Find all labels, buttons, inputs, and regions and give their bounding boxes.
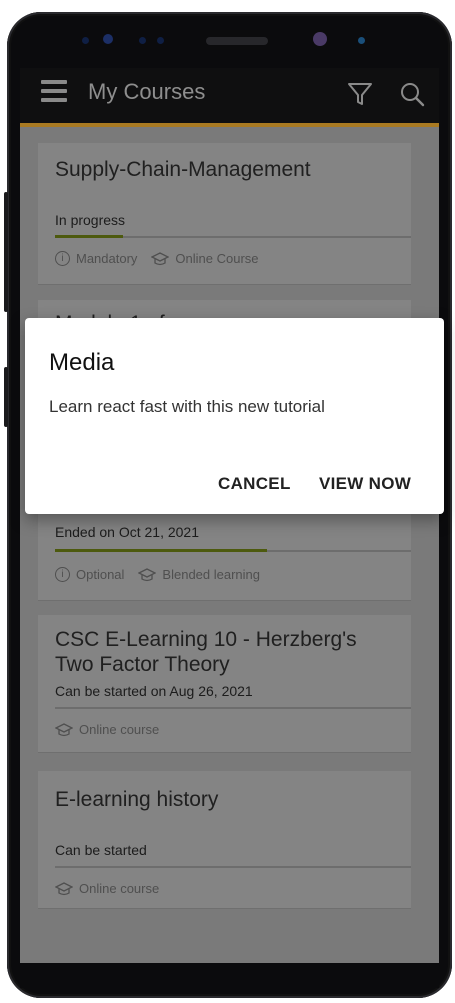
earpiece-speaker bbox=[206, 37, 268, 45]
course-type: Online course bbox=[79, 722, 160, 737]
course-card[interactable]: CSC E-Learning 10 - Herzberg's Two Facto… bbox=[38, 615, 411, 752]
course-title: Supply-Chain-Management bbox=[55, 158, 311, 181]
course-title-line2: Two Factor Theory bbox=[55, 653, 230, 676]
hamburger-menu-icon[interactable] bbox=[41, 80, 67, 104]
graduation-cap-icon bbox=[151, 251, 170, 265]
phone-bottom-bezel bbox=[20, 963, 439, 988]
cancel-button[interactable]: CANCEL bbox=[218, 474, 291, 494]
progress-fill bbox=[55, 235, 123, 238]
progress-bar bbox=[55, 235, 411, 238]
course-card[interactable]: Supply-Chain-Management In progress i Ma… bbox=[38, 143, 411, 284]
dialog-message: Learn react fast with this new tutorial bbox=[49, 397, 325, 416]
course-type: Online Course bbox=[175, 251, 259, 266]
search-icon[interactable] bbox=[398, 80, 426, 108]
front-camera bbox=[313, 32, 327, 46]
course-requirement: Mandatory bbox=[76, 251, 138, 266]
course-status: Can be started on Aug 26, 2021 bbox=[55, 683, 253, 699]
course-title: E-learning history bbox=[55, 788, 219, 811]
dialog-title: Media bbox=[49, 349, 115, 376]
sensor-dot bbox=[358, 37, 365, 44]
course-status: In progress bbox=[55, 212, 126, 228]
graduation-cap-icon bbox=[55, 881, 73, 895]
app-screen: My Courses Supply-Chain-Management In pr… bbox=[20, 68, 439, 963]
progress-bar bbox=[55, 549, 411, 552]
course-meta: Online course bbox=[55, 722, 159, 737]
volume-button bbox=[4, 192, 8, 312]
power-button bbox=[4, 367, 8, 427]
course-title-line1: CSC E-Learning 10 - Herzberg's bbox=[55, 628, 357, 651]
filter-icon[interactable] bbox=[346, 80, 374, 108]
sensor-dot bbox=[103, 34, 113, 44]
info-icon: i bbox=[55, 567, 70, 582]
graduation-cap-icon bbox=[138, 567, 157, 581]
sensor-dot bbox=[139, 37, 146, 44]
course-requirement: Optional bbox=[76, 567, 125, 582]
divider bbox=[55, 866, 411, 868]
progress-fill bbox=[55, 549, 267, 552]
sensor-dot bbox=[82, 37, 89, 44]
course-type: Blended learning bbox=[162, 567, 260, 582]
info-icon: i bbox=[55, 251, 70, 266]
course-meta: Online course bbox=[55, 881, 159, 896]
media-dialog: Media Learn react fast with this new tut… bbox=[25, 318, 444, 514]
course-meta: i Mandatory Online Course bbox=[55, 251, 259, 266]
course-meta: i Optional Blended learning bbox=[55, 567, 260, 582]
graduation-cap-icon bbox=[55, 722, 73, 736]
view-now-button[interactable]: VIEW NOW bbox=[319, 474, 411, 494]
app-header: My Courses bbox=[20, 68, 439, 123]
divider bbox=[55, 707, 411, 709]
course-status: Ended on Oct 21, 2021 bbox=[55, 524, 199, 540]
sensor-dot bbox=[157, 37, 164, 44]
course-type: Online course bbox=[79, 881, 160, 896]
course-card[interactable]: E-learning history Can be started Online… bbox=[38, 771, 411, 908]
course-status: Can be started bbox=[55, 842, 147, 858]
header-accent-bar bbox=[20, 123, 439, 127]
page-title: My Courses bbox=[88, 79, 206, 104]
